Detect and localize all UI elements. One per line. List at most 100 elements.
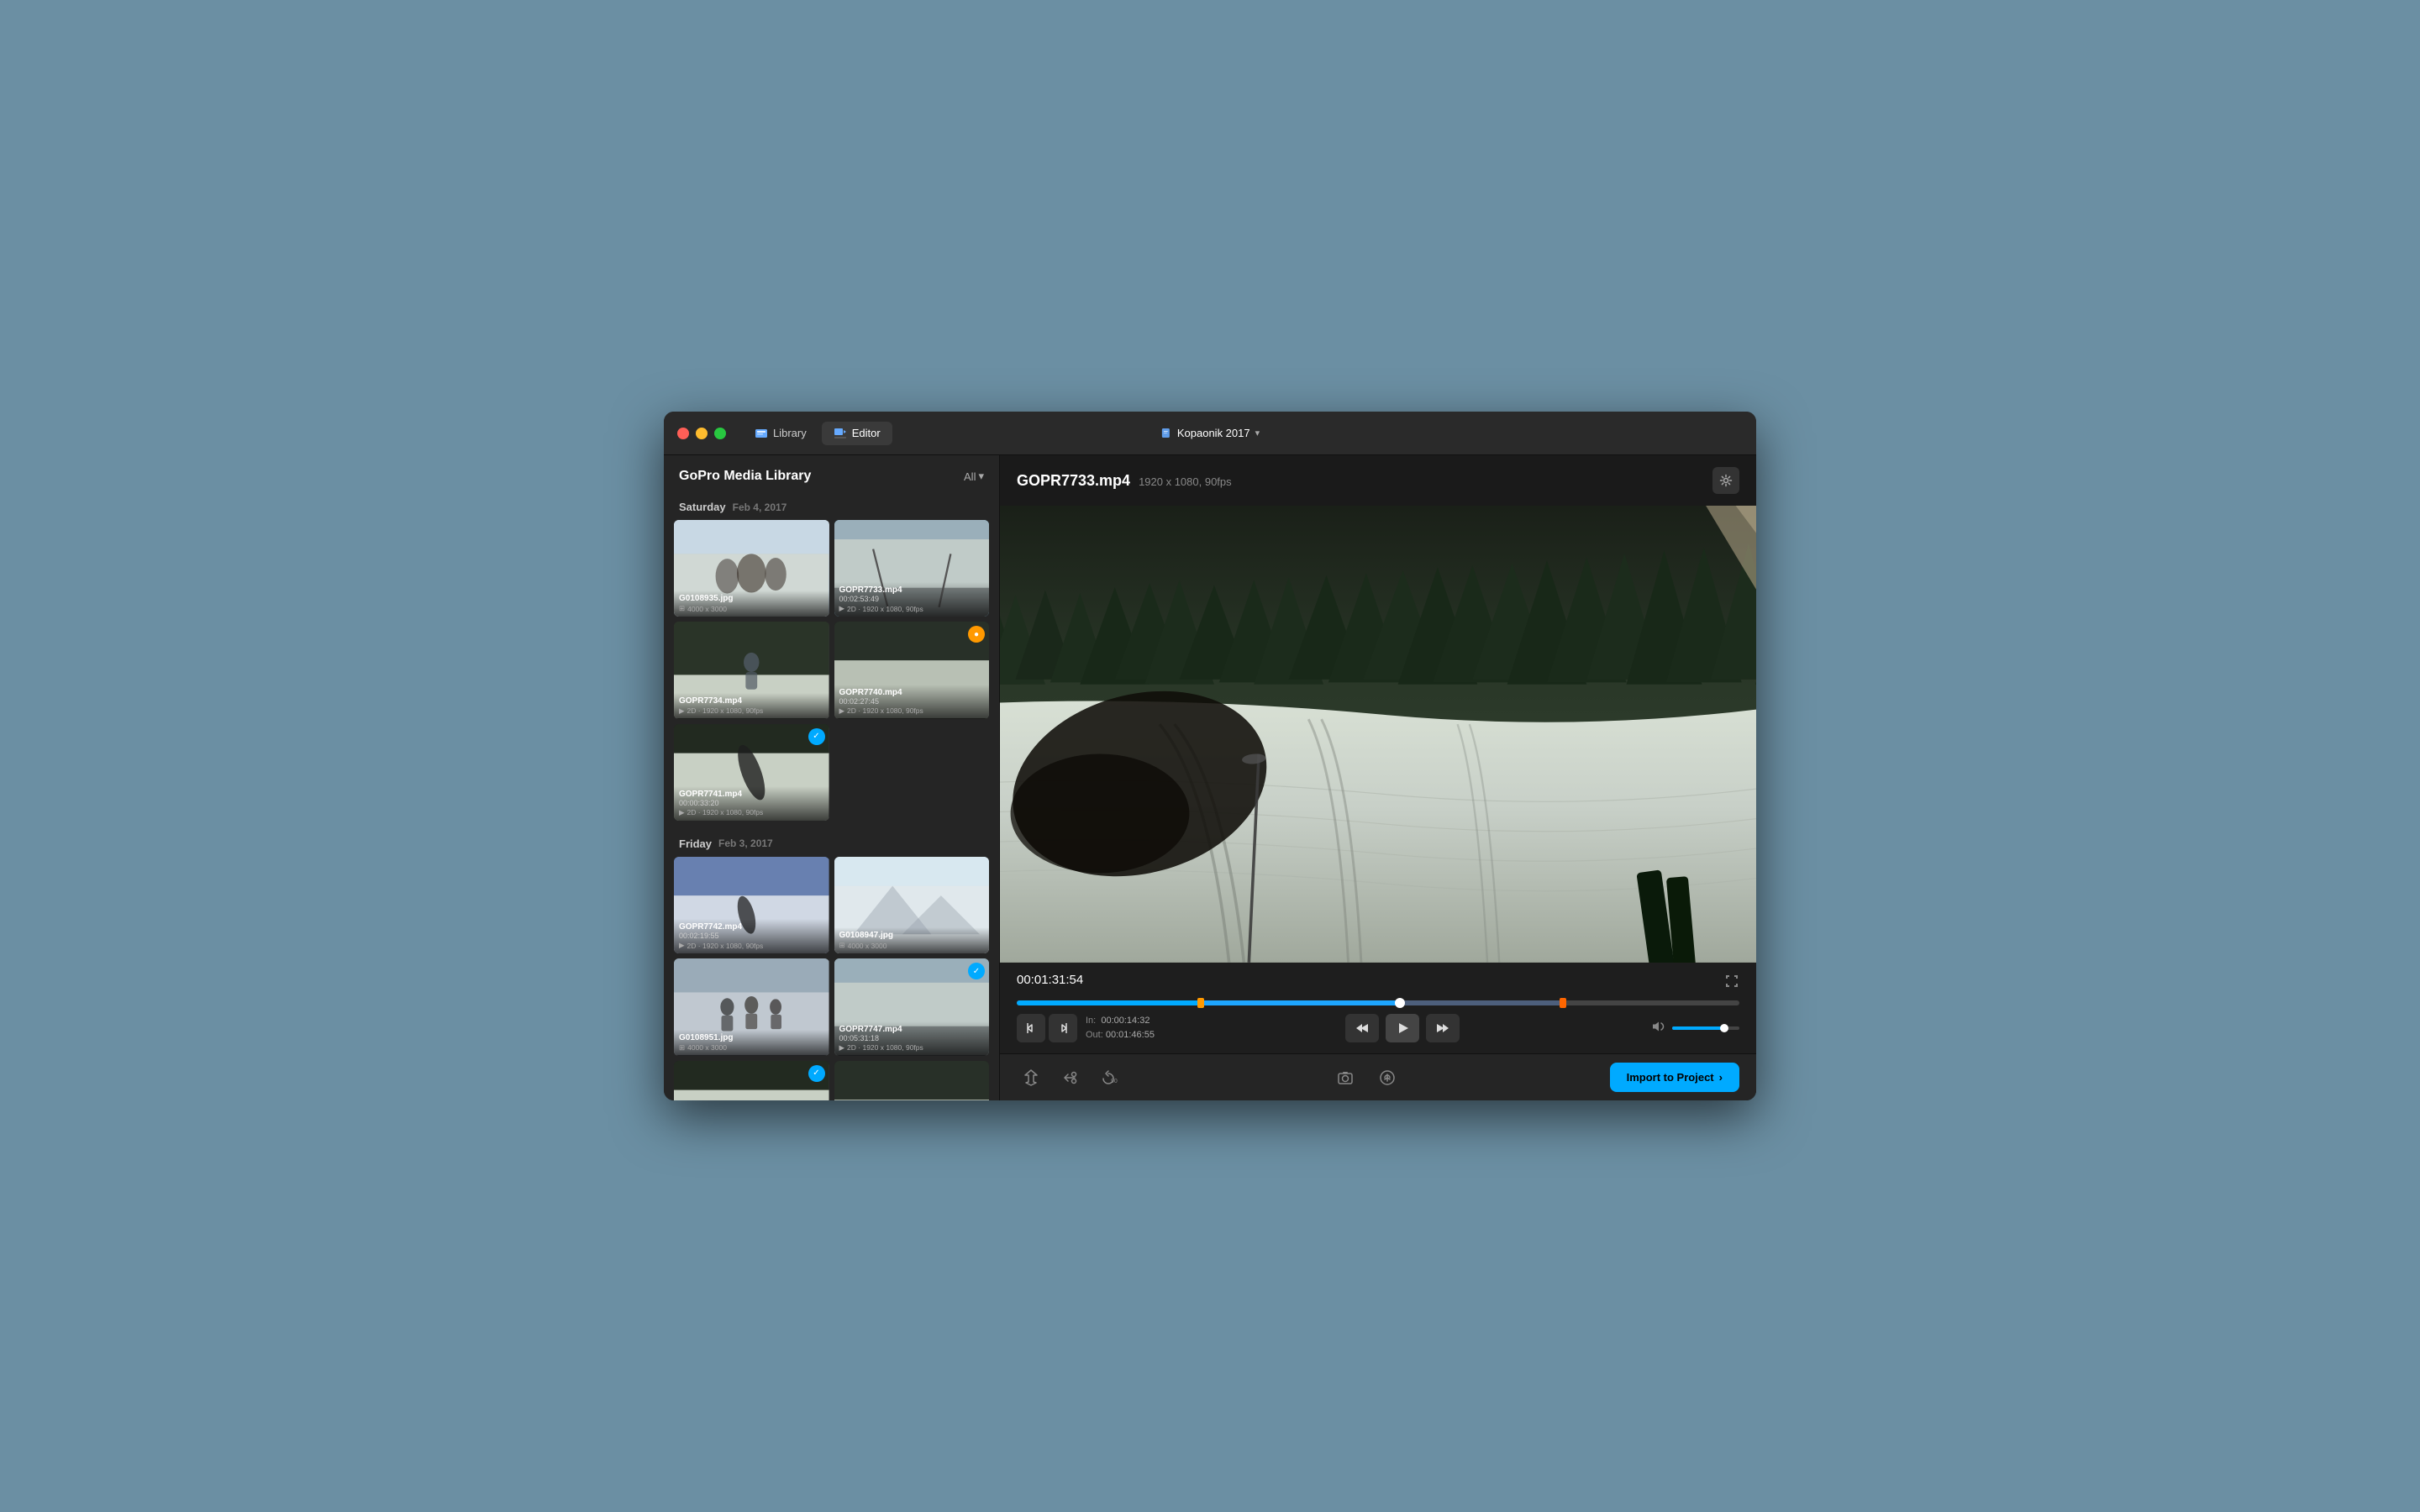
list-item[interactable]: G0108951.jpg ⊞ 4000 x 3000 (674, 958, 829, 1055)
volume-section (1650, 1019, 1739, 1038)
sidebar: GoPro Media Library All ▾ Saturday Feb 4… (664, 455, 1000, 1100)
preview-filename: GOPR7733.mp4 (1017, 472, 1130, 490)
main-panel: GOPR7733.mp4 1920 x 1080, 90fps (1000, 455, 1756, 1100)
svg-text:90°: 90° (1111, 1078, 1118, 1084)
capture-button[interactable] (1331, 1063, 1360, 1092)
friday-day-name: Friday (679, 837, 712, 850)
list-item[interactable]: GOPR7747.mp4 00:05:31:18 ▶ 2D · 1920 x 1… (834, 958, 990, 1055)
upload-button[interactable] (1373, 1063, 1402, 1092)
video-icon-small: ▶ (839, 1043, 845, 1053)
in-point-value: 00:00:14:32 (1101, 1016, 1150, 1026)
import-to-project-button[interactable]: Import to Project › (1610, 1063, 1739, 1092)
project-name: Kopaonik 2017 (1177, 427, 1250, 439)
out-point-value: 00:01:46:55 (1106, 1030, 1155, 1040)
friday-media-grid: GOPR7742.mp4 00:02:19:55 ▶ 2D · 1920 x 1… (674, 857, 989, 1100)
media-filename: GOPR7740.mp4 (839, 688, 985, 697)
list-item[interactable]: G0108947.jpg ⊞ 4000 x 3000 (834, 857, 990, 953)
gear-icon (1719, 474, 1733, 487)
thumbnail (834, 1061, 990, 1100)
app-window: Library Editor Kopaonik 2017 (664, 412, 1756, 1100)
traffic-lights (677, 428, 726, 439)
minimize-button[interactable] (696, 428, 708, 439)
play-button[interactable] (1386, 1014, 1419, 1042)
mark-in-button[interactable] (1017, 1014, 1045, 1042)
saturday-section: Saturday Feb 4, 2017 (664, 494, 999, 831)
volume-icon[interactable] (1650, 1019, 1665, 1038)
media-info: G0108935.jpg ⊞ 4000 x 3000 (674, 591, 829, 617)
playback-section: 00:01:31:54 (1000, 963, 1756, 1053)
media-filename: G0108935.jpg (679, 594, 824, 603)
media-info: GOPR7734.mp4 ▶ 2D · 1920 x 1080, 90fps (674, 693, 829, 719)
out-point-label: Out: 00:01:46:55 (1086, 1028, 1155, 1043)
friday-header: Friday Feb 3, 2017 (674, 831, 989, 857)
filter-button[interactable]: All ▾ (964, 470, 984, 483)
video-icon-small: ▶ (839, 604, 845, 613)
title-bar: Library Editor Kopaonik 2017 (664, 412, 1756, 455)
friday-day-date: Feb 3, 2017 (718, 837, 773, 849)
media-meta: ⊞ 4000 x 3000 (839, 941, 985, 950)
friday-section: Friday Feb 3, 2017 (664, 831, 999, 1100)
project-title: Kopaonik 2017 ▾ (1160, 427, 1260, 439)
media-filename: GOPR7741.mp4 (679, 790, 824, 799)
media-meta: ▶ 2D · 1920 x 1080, 90fps (679, 706, 824, 716)
in-marker[interactable] (1197, 998, 1204, 1008)
timeline-in-out (1197, 1000, 1566, 1005)
controls-row: In: 00:00:14:32 Out: 00:01:46:55 (1017, 1014, 1739, 1043)
in-out-info: In: 00:00:14:32 Out: 00:01:46:55 (1086, 1014, 1155, 1043)
list-item[interactable]: GOPR7748.mp4 00:03:00:45 ▶ 2D · 1920 x 1… (674, 1061, 829, 1100)
close-button[interactable] (677, 428, 689, 439)
library-tab-label: Library (773, 427, 807, 439)
toolbar-left: 90° (1017, 1063, 1123, 1092)
media-info: G0108947.jpg ⊞ 4000 x 3000 (834, 927, 990, 953)
editor-tab-label: Editor (852, 427, 881, 439)
preview-header: GOPR7733.mp4 1920 x 1080, 90fps (1000, 455, 1756, 506)
list-item[interactable]: GOPR7742.mp4 00:02:19:55 ▶ 2D · 1920 x 1… (674, 857, 829, 953)
check-badge: ✓ (808, 728, 825, 745)
volume-slider[interactable] (1672, 1026, 1739, 1030)
toolbar-center (1331, 1063, 1402, 1092)
media-info: G0108951.jpg ⊞ 4000 x 3000 (674, 1030, 829, 1056)
loop-button[interactable]: 90° (1094, 1063, 1123, 1092)
media-info: GOPR7747.mp4 00:05:31:18 ▶ 2D · 1920 x 1… (834, 1021, 990, 1056)
import-arrow-icon: › (1719, 1071, 1723, 1084)
stabilize-button[interactable] (1017, 1063, 1045, 1092)
project-chevron-icon[interactable]: ▾ (1255, 428, 1260, 438)
forward-button[interactable] (1426, 1014, 1460, 1042)
maximize-button[interactable] (714, 428, 726, 439)
library-tab[interactable]: Library (743, 422, 818, 445)
media-meta: ▶ 2D · 1920 x 1080, 90fps (679, 808, 824, 817)
timeline-handle[interactable] (1395, 998, 1405, 1008)
volume-handle[interactable] (1720, 1024, 1728, 1032)
editor-tab[interactable]: Editor (822, 422, 892, 445)
video-icon-small: ▶ (679, 941, 685, 950)
photo-icon-small: ⊞ (679, 604, 685, 613)
settings-button[interactable] (1712, 467, 1739, 494)
preview-title: GOPR7733.mp4 1920 x 1080, 90fps (1017, 472, 1232, 490)
thumbnail (674, 1061, 829, 1100)
import-label: Import to Project (1627, 1071, 1714, 1084)
preview-resolution: 1920 x 1080, 90fps (1139, 475, 1232, 488)
media-filename: GOPR7742.mp4 (679, 922, 824, 932)
list-item[interactable]: G0108935.jpg ⊞ 4000 x 3000 (674, 520, 829, 617)
sidebar-header: GoPro Media Library All ▾ (664, 455, 999, 494)
list-item[interactable]: GOPR7734.mp4 ▶ 2D · 1920 x 1080, 90fps (674, 622, 829, 718)
list-item[interactable]: GOPR7740.mp4 00:02:27:45 ▶ 2D · 1920 x 1… (834, 622, 990, 718)
mark-out-button[interactable] (1049, 1014, 1077, 1042)
list-item[interactable]: GOPR7741.mp4 00:00:33:20 ▶ 2D · 1920 x 1… (674, 724, 829, 821)
media-duration: 00:02:19:55 (679, 932, 824, 940)
list-item[interactable]: GOPR7733.mp4 00:02:53:49 ▶ 2D · 1920 x 1… (834, 520, 990, 617)
timeline-bar[interactable] (1017, 1000, 1739, 1005)
media-filename: GOPR7747.mp4 (839, 1025, 985, 1034)
fullscreen-button[interactable] (1724, 974, 1739, 993)
saturday-day-date: Feb 4, 2017 (733, 501, 787, 513)
video-icon-small: ▶ (679, 808, 685, 817)
list-item[interactable]: GOPR7750.mp4 00:01:12:51 ▶ 2D · 1920 x 1… (834, 1061, 990, 1100)
transport-buttons (1345, 1014, 1460, 1042)
out-marker[interactable] (1560, 998, 1566, 1008)
video-icon-small: ▶ (679, 706, 685, 716)
trim-button[interactable] (1055, 1063, 1084, 1092)
rewind-button[interactable] (1345, 1014, 1379, 1042)
media-duration: 00:02:53:49 (839, 595, 985, 603)
saturday-day-name: Saturday (679, 501, 726, 513)
volume-fill (1672, 1026, 1723, 1030)
